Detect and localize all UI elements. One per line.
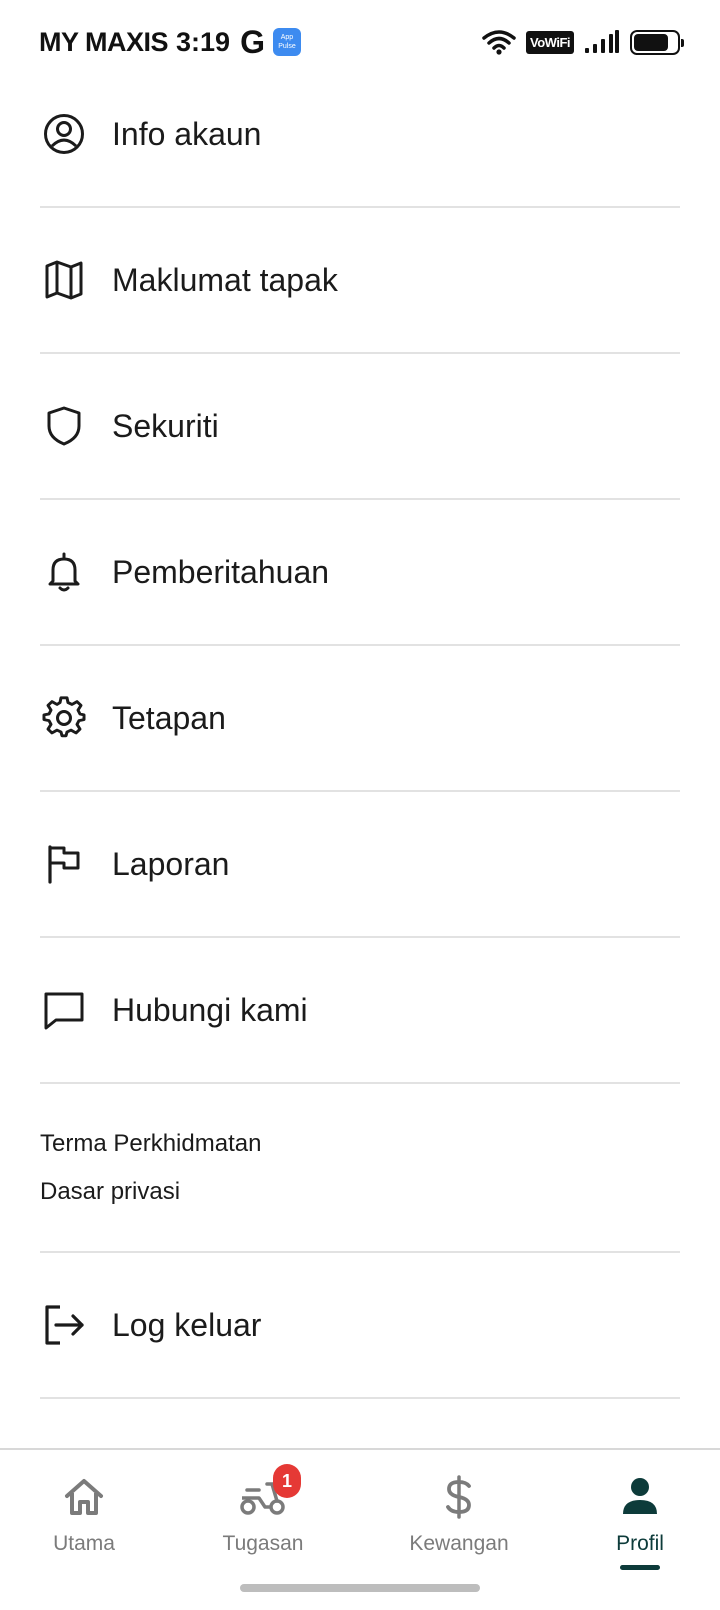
logout-label: Log keluar (112, 1306, 262, 1343)
nav-label: Kewangan (409, 1532, 509, 1555)
menu-item-maklumat-tapak[interactable]: Maklumat tapak (40, 208, 680, 354)
menu-item-label: Maklumat tapak (112, 261, 338, 298)
nav-label: Profil (616, 1532, 664, 1555)
menu-item-label: Pemberitahuan (112, 553, 330, 590)
task-count-badge: 1 (273, 1464, 301, 1498)
map-icon (42, 258, 86, 302)
chat-icon (42, 988, 86, 1032)
scooter-icon: 1 (239, 1464, 301, 1522)
nav-label: Tugasan (222, 1532, 304, 1555)
app-badge-line1: App (280, 34, 294, 41)
dollar-icon (444, 1472, 474, 1522)
bell-icon (42, 550, 86, 594)
person-icon (621, 1472, 659, 1522)
menu-item-tetapan[interactable]: Tetapan (40, 646, 680, 792)
battery-icon (630, 29, 684, 55)
home-icon (63, 1472, 105, 1522)
nav-tab-kewangan[interactable]: Kewangan (379, 1472, 539, 1582)
nav-label: Utama (53, 1532, 115, 1555)
gear-icon (42, 696, 86, 740)
menu-item-label: Laporan (112, 845, 230, 882)
nav-tab-profil[interactable]: Profil (560, 1472, 720, 1582)
account-circle-icon (42, 112, 86, 156)
shield-icon (42, 404, 86, 448)
nav-tab-utama[interactable]: Utama (4, 1472, 164, 1582)
nav-tab-tugasan[interactable]: 1 Tugasan (183, 1464, 343, 1582)
privacy-policy-link[interactable]: Dasar privasi (40, 1177, 680, 1225)
logout-icon (42, 1303, 86, 1347)
profile-menu: Info akaun Maklumat tapak Sekuriti Pembe… (40, 62, 680, 1084)
active-tab-indicator (620, 1565, 660, 1570)
app-notification-icon: App Pulse (272, 28, 301, 56)
menu-item-label: Hubungi kami (112, 991, 308, 1028)
status-right: VoWiFi (482, 28, 684, 56)
carrier-name: MY MAXIS (39, 26, 169, 57)
logout-button[interactable]: Log keluar (40, 1253, 680, 1399)
menu-item-info-akaun[interactable]: Info akaun (40, 62, 680, 208)
terms-of-service-link[interactable]: Terma Perkhidmatan (40, 1129, 680, 1177)
menu-item-laporan[interactable]: Laporan (40, 792, 680, 938)
wifi-icon (482, 30, 516, 55)
gesture-home-bar[interactable] (240, 1584, 480, 1592)
flag-icon (42, 842, 86, 886)
google-icon: G (240, 23, 265, 60)
profile-screen: MY MAXIS 3:19 G App Pulse VoWiFi Info ak… (0, 0, 720, 1610)
status-left: MY MAXIS 3:19 G App Pulse (39, 24, 301, 61)
legal-links: Terma Perkhidmatan Dasar privasi (40, 1083, 680, 1253)
app-badge-line2: Pulse (278, 43, 296, 50)
menu-item-label: Sekuriti (112, 407, 219, 444)
menu-item-hubungi-kami[interactable]: Hubungi kami (40, 938, 680, 1084)
menu-item-pemberitahuan[interactable]: Pemberitahuan (40, 500, 680, 646)
menu-item-sekuriti[interactable]: Sekuriti (40, 354, 680, 500)
clock: 3:19 (176, 26, 231, 57)
menu-item-label: Tetapan (112, 699, 226, 736)
vowifi-indicator: VoWiFi (526, 30, 574, 54)
signal-icon (585, 30, 619, 53)
menu-item-label: Info akaun (112, 115, 262, 152)
battery-level (634, 33, 669, 51)
